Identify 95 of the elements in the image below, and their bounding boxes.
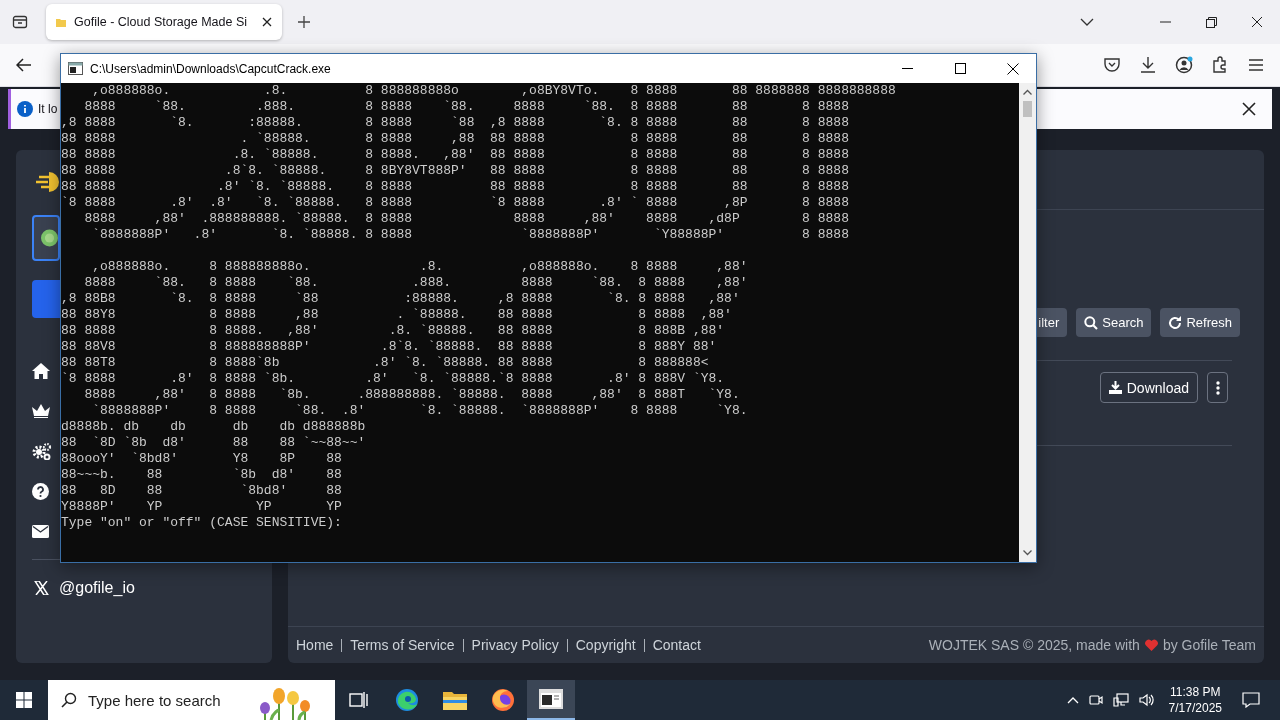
console-line: 88 8888 . `88888. 8 8888 ,88 88 8888 8 8888 88 8 8888 [61,131,849,147]
footer-link[interactable]: Contact [652,637,701,653]
console-line: 88 8888 8 8888. ,88' .8. `88888. 88 8888 8 888B ,88' [61,323,725,339]
console-line: 88 `8D `8b d8' 88 88 `~~88~~' [61,435,366,451]
edge-icon [395,688,419,712]
info-icon [17,101,33,117]
console-line: 88 88T8 8 8888`8b .8' `8. `88888. 88 8888 8 888888< [61,355,709,371]
more-icon [1215,380,1220,395]
gears-icon[interactable] [32,442,52,460]
scroll-up-icon[interactable] [1023,89,1032,95]
home-icon[interactable] [32,363,50,379]
windows-icon[interactable] [16,692,32,708]
clock-date: 7/17/2025 [1168,700,1222,716]
credit-text: by Gofile Team [1162,637,1256,653]
restore-icon[interactable] [1205,16,1217,28]
console-line: 88 88V8 8 888888888P' .8`8. `88888. 88 8888 8 888Y 88' [61,339,717,355]
footer-link[interactable]: Copyright [575,637,636,653]
more-button[interactable] [1207,372,1228,403]
console-window-icon [68,62,83,75]
maximize-icon[interactable] [954,63,966,74]
notification-icon[interactable] [1242,692,1260,708]
credit-text: WOJTEK SAS © 2025, made with [928,637,1140,653]
minimize-icon[interactable] [901,68,913,69]
console-line: `8888888P' .8' `8. `88888. 8 8888 `8888888P' `Y88888P' 8 8888 [91,227,849,243]
console-line: `8 8888 .8' 8 8888 `8b. .8' `8. `88888.`8 8888 .8' 8 888V `Y8. [61,371,725,387]
footer-link[interactable]: Privacy Policy [471,637,559,653]
folder-icon [443,690,467,710]
console-line: 88oooY' `8bd8' Y8 8P 88 [61,451,342,467]
close-icon[interactable] [1251,16,1263,28]
console-line: 8888 `88. 8 8888 `88. .888. 8888 `88. 8 8888 ,88' [83,275,748,291]
console-line: `8 8888 .8' .8' `8. `88888. 8 8888 `8 8888 .8' ` 8888 ,8P 8 8888 [61,195,849,211]
extensions-icon[interactable] [1211,56,1229,74]
console-line: 8888 `88. .888. 8 8888 `88. 8888 `88. 8 8888 88 8 8888 [83,99,849,115]
console-line: 8888 ,88' .888888888. `88888. 8 8888 8888 ,88' 8888 ,d8P 8 8888 [83,211,849,227]
console-window-icon [539,689,563,709]
refresh-icon [1168,315,1183,330]
console-line: `8888888P' 8 8888 `88. .8' `8. `88888. `8888888P' 8 8888 `Y8. [91,403,748,419]
console-line: 8888 ,88' 8 8888 `8b. .888888888. `88888. 8888 ,88' 8 888T `Y8. [83,387,740,403]
toolbar-button[interactable]: Search [1076,308,1152,337]
toolbar-button[interactable]: ilter [1036,308,1068,337]
notification-text: It lo [38,102,58,116]
console-line: Type "on" or "off" (CASE SENSITIVE): [61,515,342,531]
social-link[interactable]: @gofile_io [32,579,256,597]
volume-icon[interactable] [1138,693,1155,707]
pocket-icon[interactable] [1103,57,1121,73]
console-line: ,8 8888 `8. :88888. 8 8888 `88 ,8 8888 `8. 8 8888 88 8 8888 [61,115,849,131]
window-title: C:\Users\admin\Downloads\CapcutCrack.exe [90,61,331,76]
console-line: 88 8888 .8`8. `88888. 8 8BY8VT888P' 88 8888 8 8888 88 8 8888 [61,163,849,179]
console-line: 88 8D 88 `8bd8' 88 [61,483,342,499]
console-line: 88 88Y8 8 8888 ,88 . `88888. 88 8888 8 8888 ,88' [61,307,732,323]
close-icon[interactable] [262,17,272,27]
search-icon [1084,315,1099,330]
scroll-thumb[interactable] [1023,101,1032,117]
new-tab-icon[interactable] [297,15,311,29]
browser-tab[interactable]: Gofile - Cloud Storage Made Si [46,4,282,40]
network-icon[interactable] [1112,693,1129,707]
scroll-down-icon[interactable] [1023,550,1032,556]
close-icon[interactable] [1007,62,1019,75]
close-icon[interactable] [1242,102,1256,116]
task-view-icon [349,691,369,709]
console-line: ,8 88B8 `8. 8 8888 `88 :88888. ,8 8888 `8. 8 8888 ,88' [61,291,740,307]
heart-icon [1144,639,1158,651]
clock-time: 11:38 PM [1170,684,1221,700]
menu-icon[interactable] [1247,58,1265,72]
console-line: 88 8888 .8. `88888. 8 8888. ,88' 88 8888 8 8888 88 8 8888 [61,147,849,163]
firefox-icon [491,688,515,712]
footer-link[interactable]: Terms of Service [350,637,455,653]
profile-card[interactable] [32,215,60,261]
download-icon [1108,381,1122,394]
logo-icon [36,172,60,192]
camera-icon[interactable] [1088,693,1103,707]
search-icon [61,692,77,708]
console-line: ,o888888o. 8 888888888o. .8. ,o888888o. 8 8888 ,88' [91,259,748,275]
scrollbar[interactable] [1019,83,1036,562]
console-line: 88 8888 .8' `8. `88888. 8 8888 88 8888 8 8888 88 8 8888 [61,179,849,195]
console-line: ,o888888o. .8. 8 888888888o ,o8BY8VTo. 8 8888 88 8888888 8888888888 [91,83,896,99]
account-icon[interactable] [1175,56,1193,74]
taskbar-search-field[interactable]: Type here to search [48,680,335,720]
chevron-up-icon[interactable] [1066,696,1079,704]
console-line: 88~~~b. 88 `8b d8' 88 [61,467,342,483]
toolbar-button[interactable]: Refresh [1160,308,1240,337]
help-icon[interactable] [32,482,49,500]
footer-link[interactable]: Home [296,637,334,653]
chevron-down-icon[interactable] [1080,18,1094,26]
back-icon[interactable] [16,58,32,72]
folder-icon [56,17,66,27]
console-line: Y8888P' YP YP YP [61,499,342,515]
crown-icon[interactable] [32,404,50,418]
mail-icon[interactable] [32,524,49,538]
console-line: d8888b. db db db db d888888b [61,419,366,435]
download-icon[interactable] [1139,56,1157,74]
taskbar-app[interactable] [527,680,575,720]
tab-list-icon[interactable] [12,14,28,30]
download-button[interactable]: Download [1099,372,1198,403]
x-logo-icon [34,581,49,595]
